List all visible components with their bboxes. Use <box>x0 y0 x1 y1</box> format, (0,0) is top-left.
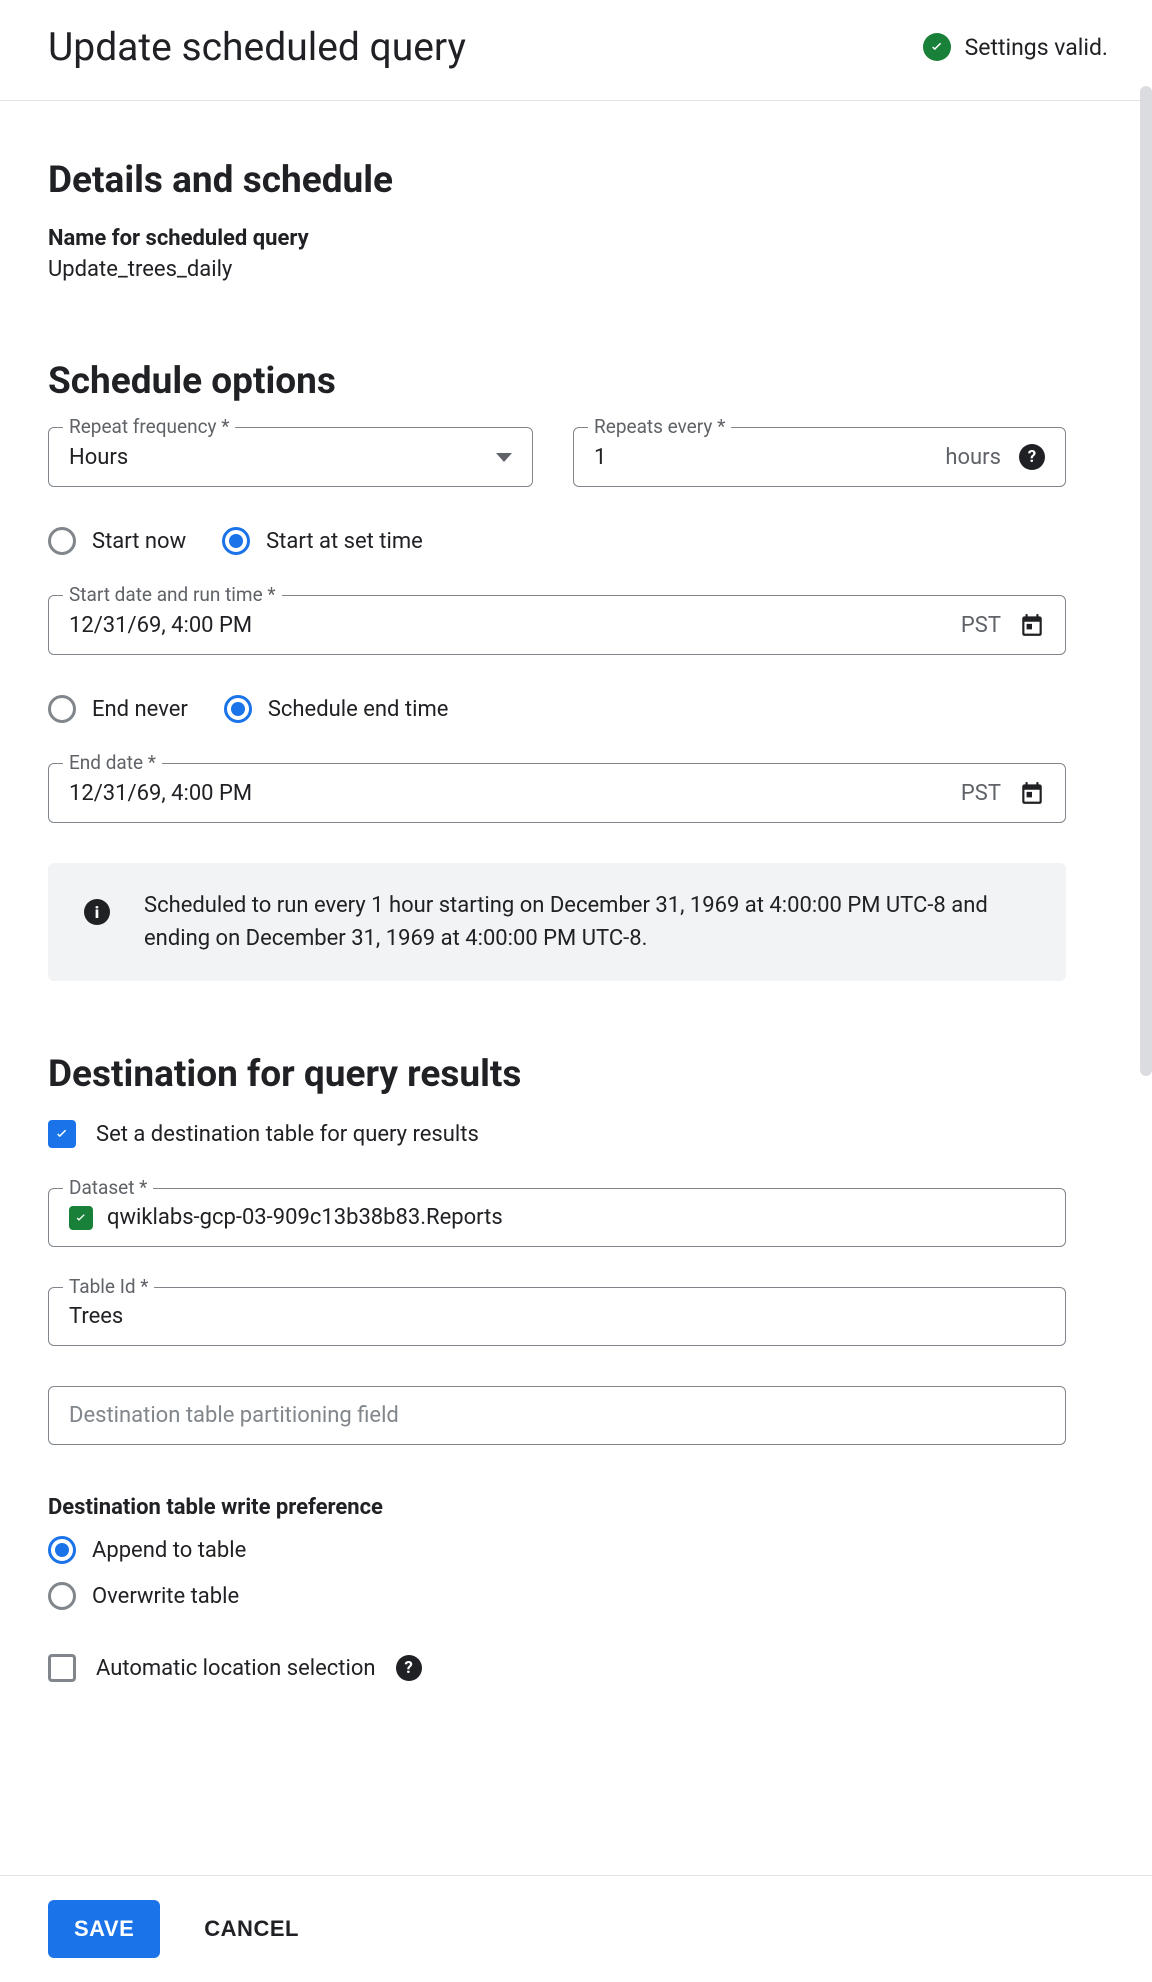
calendar-icon[interactable] <box>1019 612 1045 638</box>
end-date-label: End date * <box>63 751 162 774</box>
table-id-label: Table Id * <box>63 1275 154 1298</box>
chevron-down-icon <box>496 453 512 462</box>
dataset-value: qwiklabs-gcp-03-909c13b38b83.Reports <box>107 1205 503 1230</box>
repeat-frequency-label: Repeat frequency * <box>63 415 235 438</box>
write-preference-radio-group: Append to table Overwrite table <box>48 1536 1066 1610</box>
end-time-radio-group: End never Schedule end time <box>48 695 1066 723</box>
cancel-button[interactable]: CANCEL <box>204 1916 299 1942</box>
repeats-every-field[interactable]: Repeats every * 1 hours ? <box>573 427 1066 487</box>
info-icon: i <box>84 899 110 925</box>
partitioning-field[interactable] <box>48 1386 1066 1445</box>
repeats-every-value: 1 <box>594 445 606 470</box>
repeat-frequency-select[interactable]: Repeat frequency * Hours <box>48 427 533 487</box>
start-now-radio[interactable]: Start now <box>48 527 186 555</box>
query-name-value: Update_trees_daily <box>48 257 1066 282</box>
query-name-label: Name for scheduled query <box>48 226 1066 251</box>
auto-location-row: Automatic location selection ? <box>48 1654 1066 1682</box>
schedule-end-time-radio[interactable]: Schedule end time <box>224 695 449 723</box>
end-date-field[interactable]: End date * 12/31/69, 4:00 PM PST <box>48 763 1066 823</box>
destination-heading: Destination for query results <box>48 1053 1066 1096</box>
help-icon[interactable]: ? <box>1019 444 1045 470</box>
start-datetime-label: Start date and run time * <box>63 583 282 606</box>
schedule-info-box: i Scheduled to run every 1 hour starting… <box>48 863 1066 981</box>
checkbox-checked-icon <box>48 1120 76 1148</box>
timezone-label: PST <box>961 613 1001 638</box>
overwrite-table-radio[interactable]: Overwrite table <box>48 1582 1066 1610</box>
start-set-time-radio[interactable]: Start at set time <box>222 527 423 555</box>
schedule-info-text: Scheduled to run every 1 hour starting o… <box>144 889 1030 955</box>
help-icon[interactable]: ? <box>396 1655 422 1681</box>
repeat-frequency-value: Hours <box>69 445 128 470</box>
auto-location-label: Automatic location selection <box>96 1656 376 1681</box>
start-datetime-field[interactable]: Start date and run time * 12/31/69, 4:00… <box>48 595 1066 655</box>
timezone-label: PST <box>961 781 1001 806</box>
end-date-value: 12/31/69, 4:00 PM <box>69 781 252 806</box>
footer-bar: SAVE CANCEL <box>0 1875 1152 1982</box>
dataset-field[interactable]: Dataset * qwiklabs-gcp-03-909c13b38b83.R… <box>48 1188 1066 1247</box>
partitioning-input[interactable] <box>69 1403 1045 1428</box>
details-heading: Details and schedule <box>48 159 1066 202</box>
start-time-radio-group: Start now Start at set time <box>48 527 1066 555</box>
save-button[interactable]: SAVE <box>48 1900 160 1958</box>
page-header: Update scheduled query Settings valid. <box>0 0 1152 101</box>
dataset-label: Dataset * <box>63 1176 153 1199</box>
settings-status: Settings valid. <box>923 33 1108 61</box>
repeats-every-label: Repeats every * <box>588 415 731 438</box>
start-datetime-value: 12/31/69, 4:00 PM <box>69 613 252 638</box>
schedule-heading: Schedule options <box>48 360 1066 403</box>
calendar-icon[interactable] <box>1019 780 1045 806</box>
repeats-every-unit: hours <box>945 445 1001 470</box>
table-id-value: Trees <box>69 1304 123 1329</box>
status-label: Settings valid. <box>965 34 1108 61</box>
page-title: Update scheduled query <box>48 24 466 70</box>
table-id-field[interactable]: Table Id * Trees <box>48 1287 1066 1346</box>
end-never-radio[interactable]: End never <box>48 695 188 723</box>
set-destination-table-checkbox[interactable]: Set a destination table for query result… <box>48 1120 1066 1148</box>
scrollbar[interactable] <box>1140 86 1152 1076</box>
append-to-table-radio[interactable]: Append to table <box>48 1536 1066 1564</box>
check-circle-icon <box>923 33 951 61</box>
write-preference-label: Destination table write preference <box>48 1495 1066 1520</box>
dataset-valid-icon <box>69 1206 93 1230</box>
auto-location-checkbox[interactable] <box>48 1654 76 1682</box>
